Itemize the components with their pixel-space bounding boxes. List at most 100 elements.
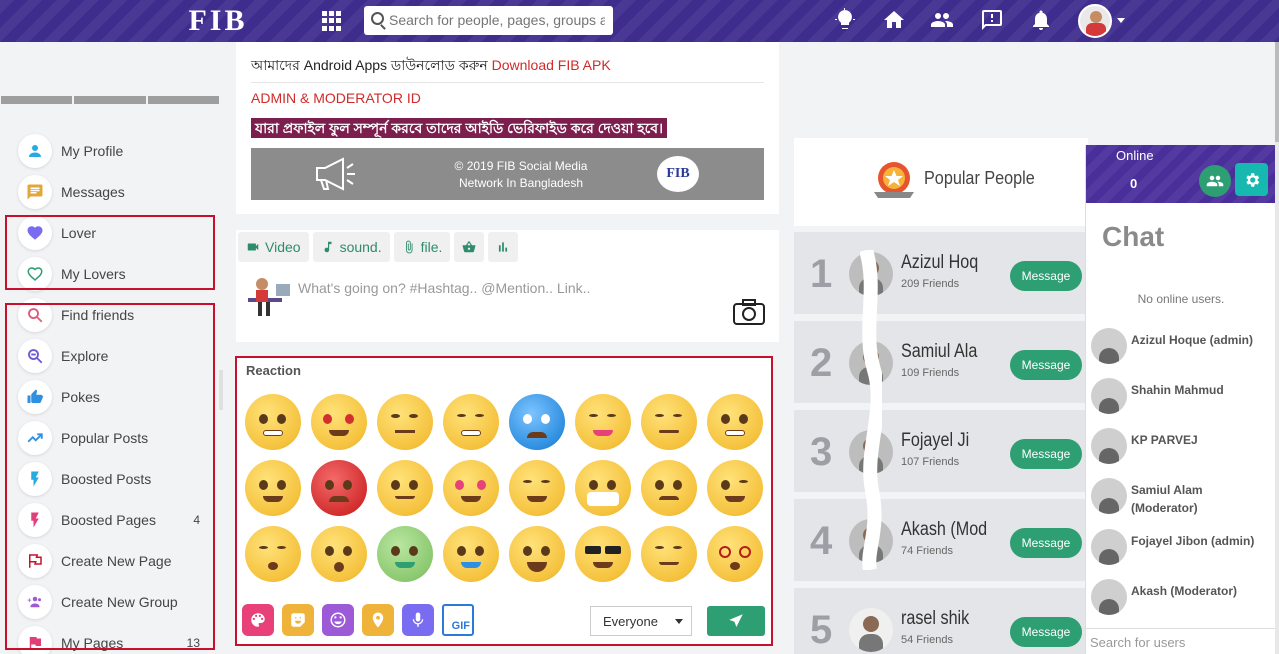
bulb-icon[interactable] bbox=[833, 8, 859, 34]
no-online-users-text: No online users. bbox=[1137, 292, 1225, 306]
chat-user-name: Shahin Mahmud bbox=[1131, 383, 1224, 397]
banner-text: © 2019 FIB Social Media Network In Bangla… bbox=[454, 159, 588, 190]
avatar bbox=[1091, 428, 1127, 464]
site-logo[interactable]: FIB bbox=[152, 6, 284, 36]
download-apk-link[interactable]: Download FIB APK bbox=[492, 57, 611, 73]
admin-moderator-text[interactable]: ADMIN & MODERATOR ID bbox=[251, 90, 421, 106]
search-icon bbox=[371, 12, 384, 25]
composer-tabs: Video sound. file. bbox=[238, 232, 519, 262]
award-badge-icon bbox=[874, 162, 914, 198]
megaphone-icon bbox=[316, 157, 355, 191]
search-input[interactable] bbox=[389, 10, 605, 30]
chat-title: Chat bbox=[1102, 221, 1165, 252]
friends-icon[interactable] bbox=[930, 8, 956, 34]
chat-user-name: Fojayel Jibon (admin) bbox=[1131, 534, 1255, 548]
person-icon bbox=[18, 133, 52, 168]
online-label: Online bbox=[1116, 148, 1154, 163]
avatar bbox=[1091, 529, 1127, 565]
chat-user[interactable]: Samiul Alam (Moderator) bbox=[1091, 478, 1276, 515]
person-name[interactable]: Azizul Hoq bbox=[901, 252, 978, 274]
post-composer: Video sound. file. What's going on? #Has… bbox=[236, 230, 779, 342]
chat-header: Online 0 bbox=[1086, 145, 1276, 203]
popular-person-row: 4 Akash (Mod 74 Friends Message bbox=[794, 499, 1088, 581]
scrollbar-thumb[interactable] bbox=[1275, 42, 1279, 142]
person-name[interactable]: Fojayel Ji bbox=[901, 430, 969, 452]
sidebar-item-my-profile[interactable]: My Profile bbox=[18, 130, 208, 171]
chat-user[interactable]: Azizul Hoque (admin) bbox=[1091, 328, 1276, 364]
chat-user-name: Akash (Moderator) bbox=[1131, 584, 1238, 598]
message-button[interactable]: Message bbox=[1010, 439, 1082, 469]
chat-user[interactable]: Fojayel Jibon (admin) bbox=[1091, 529, 1276, 565]
friends-count: 54 Friends bbox=[901, 634, 953, 646]
person-name[interactable]: rasel shik bbox=[901, 608, 969, 630]
chat-user[interactable]: Akash (Moderator) bbox=[1091, 579, 1276, 615]
page-scrollbar[interactable] bbox=[1275, 42, 1279, 654]
message-button[interactable]: Message bbox=[1010, 617, 1082, 647]
highlight-box bbox=[235, 356, 773, 646]
rank-number: 3 bbox=[810, 430, 833, 474]
popular-people-header: Popular People bbox=[794, 138, 1088, 226]
tab-sound[interactable]: sound. bbox=[312, 232, 390, 262]
post-input[interactable]: What's going on? #Hashtag.. @Mention.. L… bbox=[298, 280, 590, 296]
highlight-box bbox=[5, 215, 215, 290]
paperclip-icon bbox=[405, 240, 413, 254]
users-button[interactable] bbox=[1199, 165, 1231, 197]
rank-number: 1 bbox=[810, 252, 833, 296]
redaction-scribble bbox=[860, 250, 882, 570]
popular-person-row: 2 Samiul Ala 109 Friends Message bbox=[794, 321, 1088, 403]
user-avatar[interactable] bbox=[1078, 4, 1112, 38]
tab-poll[interactable] bbox=[488, 232, 519, 262]
rank-number: 5 bbox=[810, 608, 833, 652]
message-button[interactable]: Message bbox=[1010, 350, 1082, 380]
chat-bubble-icon[interactable] bbox=[980, 8, 1006, 34]
chat-panel: Online 0 Chat No online users. Azizul Ho… bbox=[1085, 145, 1276, 654]
highlight-box bbox=[5, 303, 215, 650]
bell-icon[interactable] bbox=[1029, 8, 1055, 34]
promo-banner[interactable]: © 2019 FIB Social Media Network In Bangla… bbox=[251, 148, 764, 200]
avatar bbox=[1091, 378, 1127, 414]
person-name[interactable]: Akash (Mod bbox=[901, 519, 987, 541]
home-icon[interactable] bbox=[882, 8, 908, 34]
settings-button[interactable] bbox=[1235, 163, 1268, 196]
camera-icon[interactable] bbox=[732, 298, 766, 326]
tab-video[interactable]: Video bbox=[238, 232, 309, 262]
gear-icon bbox=[1245, 172, 1259, 187]
chat-user-name: KP PARVEJ bbox=[1131, 433, 1198, 447]
rank-number: 4 bbox=[810, 519, 833, 563]
sidebar-item-label: Messages bbox=[61, 183, 125, 200]
basket-icon bbox=[462, 241, 476, 253]
rank-number: 2 bbox=[810, 341, 833, 385]
sidebar-scrollbar[interactable] bbox=[219, 370, 223, 410]
top-navbar: FIB bbox=[0, 0, 1279, 42]
avatar[interactable] bbox=[849, 608, 893, 652]
message-button[interactable]: Message bbox=[1010, 528, 1082, 558]
fib-logo: FIB bbox=[657, 156, 699, 192]
friends-count: 209 Friends bbox=[901, 278, 960, 290]
composer-avatar bbox=[248, 278, 290, 316]
announcement-card: আমাদের Android Apps ডাউনলোড করুন Downloa… bbox=[236, 42, 779, 214]
sidebar-item-label: My Profile bbox=[61, 142, 124, 159]
chat-user-name: Samiul Alam (Moderator) bbox=[1131, 483, 1203, 515]
message-button[interactable]: Message bbox=[1010, 261, 1082, 291]
friends-count: 107 Friends bbox=[901, 456, 960, 468]
popular-person-row: 1 Azizul Hoq 209 Friends Message bbox=[794, 232, 1088, 314]
bar-chart-icon bbox=[499, 242, 508, 252]
message-icon bbox=[18, 174, 52, 209]
apps-download-text: আমাদের Android Apps ডাউনলোড করুন Downloa… bbox=[251, 57, 611, 73]
apps-grid-icon[interactable] bbox=[322, 11, 342, 31]
tab-file[interactable]: file. bbox=[393, 232, 451, 262]
sidebar-item-messages[interactable]: Messages bbox=[18, 171, 208, 212]
online-count: 0 bbox=[1130, 176, 1138, 191]
friends-count: 74 Friends bbox=[901, 545, 953, 557]
chat-search-input[interactable]: Search for users bbox=[1086, 628, 1276, 654]
verification-notice: যারা প্রফাইল ফুল সম্পূর্ন করবে তাদের আইড… bbox=[251, 118, 668, 138]
tab-product[interactable] bbox=[454, 232, 485, 262]
person-name[interactable]: Samiul Ala bbox=[901, 341, 977, 363]
chevron-down-icon[interactable] bbox=[1117, 18, 1125, 23]
chat-user[interactable]: KP PARVEJ bbox=[1091, 428, 1276, 464]
friends-count: 109 Friends bbox=[901, 367, 960, 379]
popular-person-row: 5 rasel shik 54 Friends Message bbox=[794, 588, 1088, 654]
chat-user[interactable]: Shahin Mahmud bbox=[1091, 378, 1276, 414]
search-box[interactable] bbox=[364, 6, 613, 35]
avatar bbox=[1091, 579, 1127, 615]
